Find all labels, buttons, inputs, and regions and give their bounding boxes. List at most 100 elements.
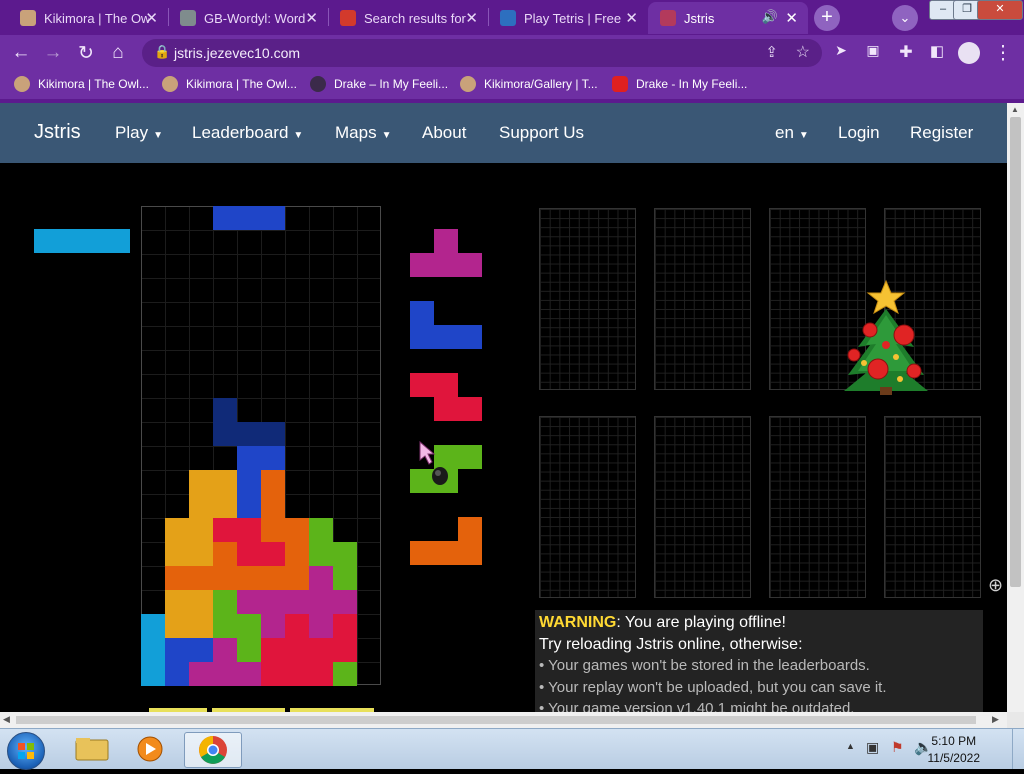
- show-desktop-button[interactable]: [1012, 729, 1024, 769]
- system-clock[interactable]: 5:10 PM 11/5/2022: [928, 733, 981, 767]
- nav-language-label: en: [775, 123, 794, 142]
- profile-avatar-icon[interactable]: [958, 42, 980, 64]
- queue-block: [410, 325, 434, 349]
- board-block: [285, 614, 309, 638]
- opponent-board: [539, 416, 636, 598]
- cursor-extension-icon[interactable]: ➤: [830, 42, 852, 59]
- audio-playing-icon[interactable]: 🔊: [762, 9, 778, 25]
- bookmark-item[interactable]: Kikimora/Gallery | T...: [460, 76, 598, 92]
- menu-kebab-icon[interactable]: ⋮: [992, 42, 1014, 65]
- close-tab-icon[interactable]: ✕: [465, 9, 478, 27]
- queue-block: [458, 445, 482, 469]
- share-icon[interactable]: ⇪: [765, 43, 778, 61]
- board-block: [309, 662, 333, 686]
- browser-tab[interactable]: Search results for ✕: [328, 2, 488, 34]
- start-button[interactable]: [7, 732, 45, 770]
- warning-bullet: • Your replay won't be uploaded, but you…: [539, 679, 887, 696]
- warning-subheading: Try reloading Jstris online, otherwise:: [539, 636, 803, 653]
- nav-maps-dropdown[interactable]: Maps ▼: [335, 123, 391, 143]
- action-center-flag-icon[interactable]: ⚑: [891, 739, 904, 756]
- nav-about-link[interactable]: About: [422, 123, 466, 143]
- extensions-puzzle-icon[interactable]: ✚: [895, 42, 917, 62]
- caret-down-icon: ▼: [381, 130, 392, 141]
- forward-icon[interactable]: →: [42, 42, 64, 64]
- browser-tab[interactable]: Play Tetris | Free ✕: [488, 2, 648, 34]
- custom-cursor-icon: [418, 440, 452, 488]
- close-tab-icon[interactable]: ✕: [625, 9, 638, 27]
- new-tab-button[interactable]: +: [814, 5, 840, 31]
- scroll-right-icon[interactable]: ▶: [992, 714, 999, 725]
- caret-down-icon: ▼: [293, 130, 304, 141]
- browser-tab[interactable]: Kikimora | The Owl ✕: [8, 2, 168, 34]
- jstris-brand-link[interactable]: Jstris: [34, 121, 81, 144]
- next-queue: [410, 229, 482, 569]
- chrome-taskbar-button[interactable]: [184, 732, 242, 768]
- vertical-scroll-thumb[interactable]: [1010, 117, 1021, 587]
- board-block: [285, 566, 309, 590]
- board-block: [261, 566, 285, 590]
- reload-icon[interactable]: ↻: [75, 42, 97, 65]
- board-block: [237, 518, 261, 542]
- board-block: [285, 518, 309, 542]
- nav-language-dropdown[interactable]: en ▼: [775, 123, 809, 143]
- extension-icon[interactable]: ▣: [862, 42, 884, 59]
- owl-house-bookmark-icon: [162, 76, 178, 92]
- board-block: [141, 614, 165, 638]
- browser-tab-active[interactable]: Jstris 🔊 ✕: [648, 2, 808, 34]
- tab-search-button[interactable]: ⌄: [892, 5, 918, 31]
- board-block: [189, 470, 213, 494]
- board-block: [285, 542, 309, 566]
- queue-block: [434, 325, 458, 349]
- network-icon[interactable]: ▣: [866, 739, 879, 756]
- bookmark-item[interactable]: Kikimora | The Owl...: [162, 76, 297, 92]
- bookmark-label: Drake – In My Feeli...: [334, 77, 449, 91]
- close-tab-icon[interactable]: ✕: [305, 9, 318, 27]
- board-block: [165, 590, 189, 614]
- queue-block: [434, 373, 458, 397]
- file-explorer-taskbar-button[interactable]: [64, 732, 120, 766]
- close-window-button[interactable]: ✕: [977, 0, 1023, 20]
- lock-icon[interactable]: 🔒: [154, 44, 170, 60]
- nav-play-dropdown[interactable]: Play ▼: [115, 123, 163, 143]
- board-block: [261, 638, 285, 662]
- vertical-scrollbar[interactable]: ▲: [1007, 103, 1024, 712]
- board-block: [165, 518, 189, 542]
- horizontal-scroll-thumb[interactable]: [16, 716, 976, 724]
- clock-time: 5:10 PM: [931, 734, 977, 748]
- clock-date: 11/5/2022: [927, 751, 981, 765]
- back-icon[interactable]: ←: [10, 42, 32, 64]
- address-bar[interactable]: 🔒 jstris.jezevec10.com ⇪ ☆: [142, 39, 822, 67]
- browser-toolbar: ← → ↻ ⌂ 🔒 jstris.jezevec10.com ⇪ ☆ ➤ ▣ ✚…: [0, 35, 1024, 71]
- board-block: [237, 614, 261, 638]
- horizontal-scrollbar[interactable]: ◀ ▶: [0, 712, 1007, 728]
- scroll-left-icon[interactable]: ◀: [3, 714, 10, 725]
- bookmark-item[interactable]: Kikimora | The Owl...: [14, 76, 149, 92]
- bookmark-label: Kikimora/Gallery | T...: [484, 77, 598, 91]
- queue-block: [458, 397, 482, 421]
- home-icon[interactable]: ⌂: [107, 42, 129, 64]
- side-panel-icon[interactable]: ◧: [926, 42, 948, 60]
- nav-login-link[interactable]: Login: [838, 123, 880, 143]
- board-block: [333, 566, 357, 590]
- close-tab-icon[interactable]: ✕: [145, 9, 158, 27]
- nav-support-link[interactable]: Support Us: [499, 123, 584, 143]
- board-block: [261, 590, 285, 614]
- nav-register-link[interactable]: Register: [910, 123, 973, 143]
- board-block: [165, 566, 189, 590]
- zoom-in-icon[interactable]: ⊕: [988, 575, 1003, 596]
- warning-bullet: • Your games won't be stored in the lead…: [539, 657, 870, 674]
- show-hidden-icons-icon[interactable]: ▲: [846, 741, 855, 751]
- nav-leaderboard-dropdown[interactable]: Leaderboard ▼: [192, 123, 303, 143]
- bookmarks-bar: Kikimora | The Owl... Kikimora | The Owl…: [0, 71, 1024, 99]
- media-player-taskbar-button[interactable]: [122, 732, 178, 766]
- bookmark-star-icon[interactable]: ☆: [796, 42, 810, 62]
- board-block: [261, 470, 285, 494]
- tetris-board[interactable]: [141, 206, 381, 686]
- scroll-up-icon[interactable]: ▲: [1011, 105, 1019, 114]
- browser-tab[interactable]: GB-Wordyl: Word ✕: [168, 2, 328, 34]
- close-tab-icon[interactable]: ✕: [785, 9, 798, 27]
- board-block: [213, 566, 237, 590]
- bookmark-item[interactable]: Drake – In My Feeli...: [310, 76, 448, 92]
- bookmark-item[interactable]: Drake - In My Feeli...: [612, 76, 747, 92]
- opponent-board: [654, 416, 751, 598]
